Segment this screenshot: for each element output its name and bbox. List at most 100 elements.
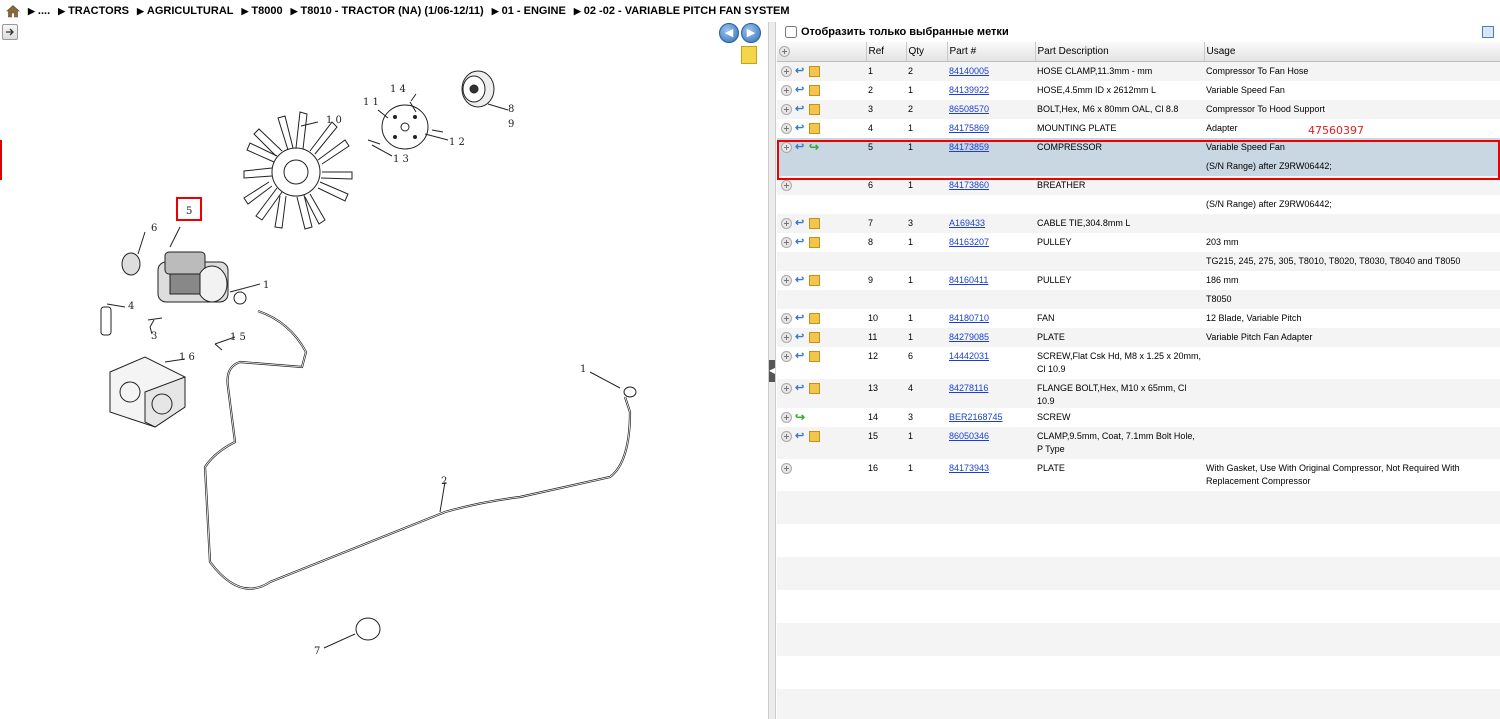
- part-number-link[interactable]: 84163207: [949, 237, 989, 247]
- fan-drawing[interactable]: [243, 111, 353, 230]
- part-number-link[interactable]: 84140005: [949, 66, 989, 76]
- expand-icon[interactable]: [781, 382, 792, 394]
- breadcrumb-item[interactable]: ▶ 02 -02 - VARIABLE PITCH FAN SYSTEM: [574, 5, 790, 17]
- pulley-drawing[interactable]: [461, 70, 495, 108]
- callout-11[interactable]: 1 1: [363, 97, 379, 108]
- part-number-link[interactable]: 84180710: [949, 313, 989, 323]
- callout-4[interactable]: 4: [128, 301, 134, 312]
- callout-12[interactable]: 1 2: [449, 137, 465, 148]
- part-number-link[interactable]: 84278116: [949, 383, 988, 393]
- expand-icon[interactable]: [781, 66, 792, 78]
- green-arrow-icon[interactable]: ↪: [795, 411, 806, 423]
- callout-1b[interactable]: 1: [580, 364, 586, 375]
- return-arrow-icon[interactable]: ↩: [795, 331, 806, 343]
- expand-icon[interactable]: [781, 274, 792, 286]
- callout-1[interactable]: 1: [263, 280, 269, 291]
- compressor-drawing[interactable]: [157, 251, 229, 303]
- callout-13[interactable]: 1 3: [393, 154, 409, 165]
- header-ref[interactable]: Ref: [866, 42, 907, 62]
- expand-icon[interactable]: [781, 103, 792, 115]
- callout-3[interactable]: 3: [151, 331, 157, 342]
- show-selected-checkbox[interactable]: [785, 26, 797, 38]
- return-arrow-icon[interactable]: ↩: [795, 236, 806, 248]
- header-actions[interactable]: [777, 42, 867, 62]
- expand-icon[interactable]: [781, 462, 792, 474]
- breadcrumb-link[interactable]: ....: [38, 5, 50, 17]
- table-row[interactable]: ↩ 12 6 14442031 SCREW,Flat Csk Hd, M8 x 1.25…: [777, 346, 1500, 379]
- part-number-link[interactable]: 84139922: [949, 85, 989, 95]
- callout-15[interactable]: 1 5: [230, 332, 246, 343]
- table-row[interactable]: ↩ 15 1 86050346 CLAMP,9.5mm, Coat, 7.1mm Bol…: [777, 426, 1500, 459]
- callout-8[interactable]: 8: [508, 104, 514, 115]
- expand-icon[interactable]: [781, 122, 792, 134]
- header-usage[interactable]: Usage: [1204, 42, 1500, 62]
- breadcrumb-link[interactable]: T8000: [251, 5, 282, 17]
- breadcrumb-item[interactable]: ▶ 01 - ENGINE: [492, 5, 566, 17]
- package-icon[interactable]: [809, 382, 820, 394]
- header-qty[interactable]: Qty: [906, 42, 948, 62]
- part-number-link[interactable]: 84175869: [949, 123, 989, 133]
- gasket-plate-drawing[interactable]: [109, 356, 186, 428]
- hose-drawing[interactable]: [203, 309, 632, 590]
- green-arrow-icon[interactable]: ↪: [809, 141, 820, 153]
- package-icon[interactable]: [809, 84, 820, 96]
- part-number-link[interactable]: 84279085: [949, 332, 989, 342]
- collapse-icon[interactable]: ◀: [769, 360, 775, 382]
- return-arrow-icon[interactable]: ↩: [795, 217, 806, 229]
- return-arrow-icon[interactable]: ↩: [795, 350, 806, 362]
- return-arrow-icon[interactable]: ↩: [795, 382, 806, 394]
- expand-all-icon[interactable]: [779, 45, 790, 57]
- expand-icon[interactable]: [781, 236, 792, 248]
- package-icon[interactable]: [809, 274, 820, 286]
- callout-7[interactable]: 7: [314, 646, 320, 657]
- breather-drawing[interactable]: [121, 252, 141, 276]
- expand-icon[interactable]: [781, 84, 792, 96]
- package-icon[interactable]: [809, 312, 820, 324]
- part-number-link[interactable]: 84160411: [949, 275, 988, 285]
- grid-view-icon[interactable]: [1482, 26, 1494, 38]
- return-arrow-icon[interactable]: ↩: [795, 66, 806, 77]
- return-arrow-icon[interactable]: ↩: [795, 122, 806, 134]
- table-row[interactable]: 16 1 84173943 PLATE With Gasket, Use With Or…: [777, 458, 1500, 491]
- breadcrumb-link[interactable]: TRACTORS: [68, 5, 129, 17]
- return-arrow-icon[interactable]: ↩: [795, 312, 806, 324]
- part-number-link[interactable]: 14442031: [949, 351, 989, 361]
- return-arrow-icon[interactable]: ↩: [795, 274, 806, 286]
- expand-icon[interactable]: [781, 411, 792, 423]
- breadcrumb-link[interactable]: 02 -02 - VARIABLE PITCH FAN SYSTEM: [584, 5, 790, 17]
- part-number-link[interactable]: 86050346: [949, 431, 989, 441]
- breadcrumb-item[interactable]: ▶ TRACTORS: [58, 5, 129, 17]
- return-arrow-icon[interactable]: ↩: [795, 84, 806, 96]
- mounting-plate-drawing[interactable]: [100, 306, 112, 336]
- table-row[interactable]: ↩ 7 3 A169433 CABLE TIE,304.8mm L: [777, 213, 1500, 233]
- expand-icon[interactable]: [781, 141, 792, 153]
- package-icon[interactable]: [809, 430, 820, 442]
- table-row[interactable]: ↩ 11 1 84279085 PLATE Variable Pitch Fan Adap…: [777, 327, 1500, 347]
- expand-icon[interactable]: [781, 430, 792, 442]
- return-arrow-icon[interactable]: ↩: [795, 141, 806, 153]
- table-row[interactable]: ↩ 2 1 84139922 HOSE,4.5mm ID x 2612mm L Varia…: [777, 80, 1500, 100]
- package-icon[interactable]: [809, 66, 820, 78]
- expand-icon[interactable]: [781, 312, 792, 324]
- callout-9[interactable]: 9: [508, 119, 514, 130]
- table-row[interactable]: ↩ 3 2 86508570 BOLT,Hex, M6 x 80mm OAL, Cl 8…: [777, 99, 1500, 119]
- callout-16[interactable]: 1 6: [179, 352, 195, 363]
- package-icon[interactable]: [809, 217, 820, 229]
- cable-tie-drawing[interactable]: [323, 617, 381, 649]
- breadcrumb-item[interactable]: ▶....: [28, 5, 50, 17]
- header-part[interactable]: Part #: [947, 42, 1036, 62]
- hose-clamp-drawing[interactable]: [589, 371, 637, 398]
- expand-icon[interactable]: [781, 217, 792, 229]
- breadcrumb-item[interactable]: ▶ T8010 - TRACTOR (NA) (1/06-12/11): [291, 5, 484, 17]
- expand-icon[interactable]: [781, 350, 792, 362]
- package-icon[interactable]: [809, 331, 820, 343]
- package-icon[interactable]: [809, 103, 820, 115]
- table-row[interactable]: 6 1 84173860 BREATHER: [777, 175, 1500, 195]
- home-icon[interactable]: [6, 4, 20, 18]
- expand-icon[interactable]: [781, 331, 792, 343]
- package-icon[interactable]: [809, 350, 820, 362]
- part-number-link[interactable]: BER2168745: [949, 412, 1003, 422]
- table-row[interactable]: ↩ 4 1 84175869 MOUNTING PLATE Adapter: [777, 118, 1500, 138]
- screws-drawing[interactable]: [214, 101, 444, 351]
- callout-2[interactable]: 2: [441, 476, 447, 487]
